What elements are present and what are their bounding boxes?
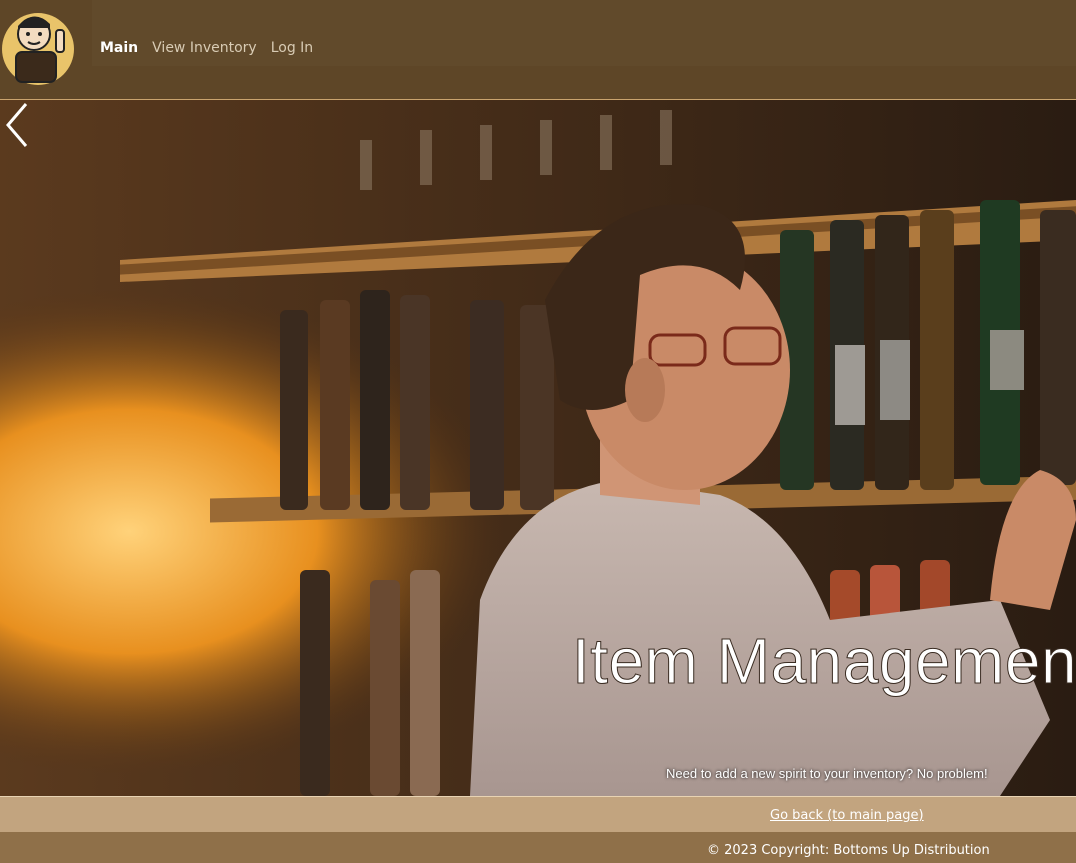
chevron-left-icon[interactable]: [0, 100, 34, 150]
navbar-band: [92, 0, 1076, 66]
copyright-text: © 2023 Copyright: Bottoms Up Distributio…: [707, 843, 990, 858]
nav-main-link[interactable]: Main: [100, 40, 138, 56]
hero-title: Item Managemen: [571, 625, 1076, 698]
back-bar: Go back (to main page): [0, 796, 1076, 832]
nav-view-inventory-link[interactable]: View Inventory: [152, 40, 257, 56]
nav-login-link[interactable]: Log In: [271, 40, 313, 56]
navbar: Main View Inventory Log In: [0, 0, 1076, 100]
hero-caption: Need to add a new spirit to your invento…: [666, 766, 988, 781]
nav-links: Main View Inventory Log In: [100, 40, 313, 56]
back-to-main-link[interactable]: Go back (to main page): [770, 808, 924, 823]
mascot-logo-icon[interactable]: [0, 4, 78, 94]
footer: © 2023 Copyright: Bottoms Up Distributio…: [0, 832, 1076, 863]
